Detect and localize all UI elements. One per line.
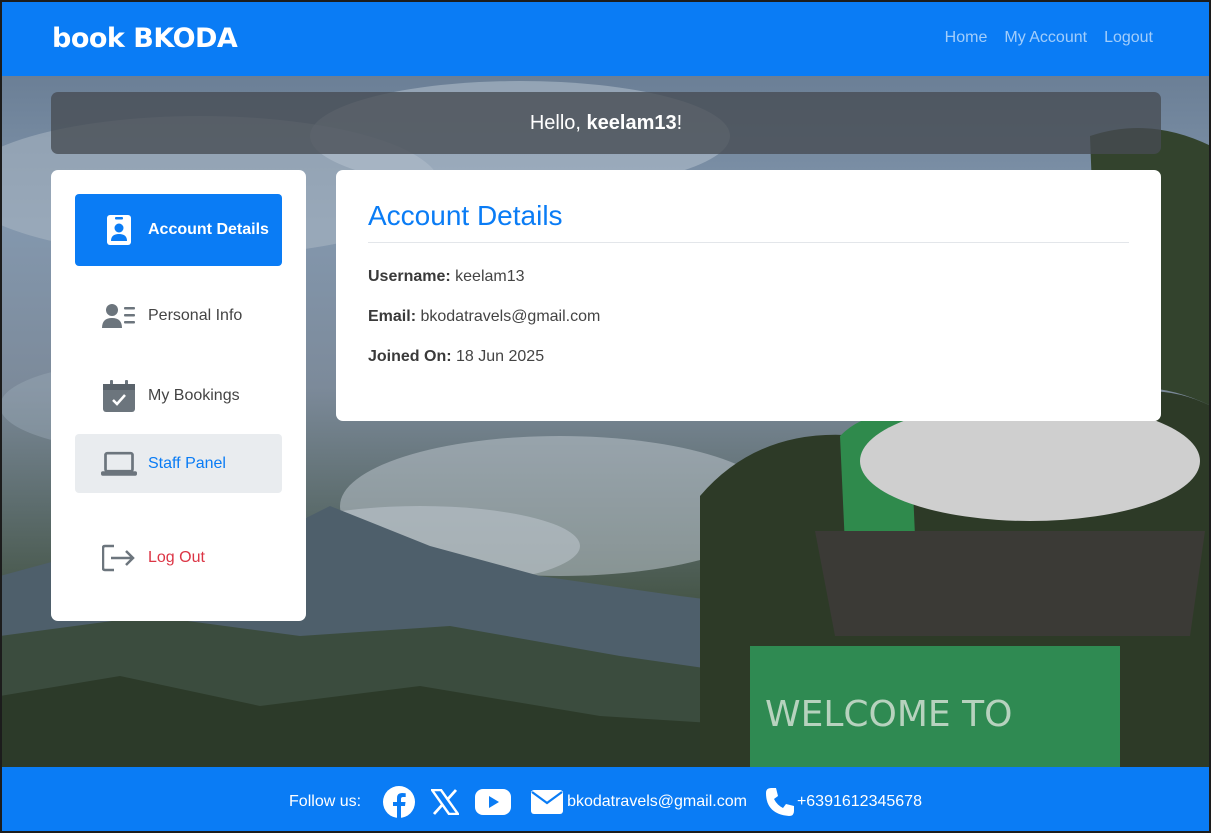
joined-on-row: Joined On: 18 Jun 2025 xyxy=(368,348,1129,366)
greeting-prefix: Hello, xyxy=(529,111,587,134)
user-list-icon xyxy=(101,303,137,329)
nav-home-link[interactable]: Home xyxy=(945,29,988,47)
field-key: Username: xyxy=(368,268,451,285)
username-row: Username: keelam13 xyxy=(368,268,1129,286)
x-twitter-icon[interactable] xyxy=(431,789,460,815)
sidebar-item-log-out[interactable]: Log Out xyxy=(75,536,282,580)
envelope-icon xyxy=(531,790,564,814)
footer-email[interactable]: bkodatravels@gmail.com xyxy=(523,790,747,814)
greeting-username: keelam13 xyxy=(586,111,677,134)
card-title: Account Details xyxy=(368,200,1129,243)
laptop-icon xyxy=(101,450,137,478)
sign-out-icon xyxy=(101,544,137,572)
sidebar-item-account-details[interactable]: Account Details xyxy=(75,194,282,266)
main-nav: Home My Account Logout xyxy=(945,29,1153,47)
calendar-check-icon xyxy=(101,380,137,412)
field-value: bkodatravels@gmail.com xyxy=(420,308,601,325)
sidebar-item-label: Log Out xyxy=(148,549,205,566)
youtube-icon[interactable] xyxy=(475,789,512,815)
top-navbar: book BKODA Home My Account Logout xyxy=(0,0,1211,76)
sidebar-item-label: My Bookings xyxy=(148,387,240,404)
footer-phone[interactable]: +6391612345678 xyxy=(757,787,922,817)
field-value: keelam13 xyxy=(455,268,525,285)
account-sidebar: Account Details Personal Info My Booking… xyxy=(51,170,306,621)
facebook-icon[interactable] xyxy=(383,786,416,818)
sidebar-item-label: Personal Info xyxy=(148,307,243,324)
account-details-card: Account Details Username: keelam13 Email… xyxy=(336,170,1161,421)
sidebar-item-label: Account Details xyxy=(148,221,269,238)
field-value: 18 Jun 2025 xyxy=(456,348,545,365)
phone-icon xyxy=(765,787,795,817)
sidebar-item-personal-info[interactable]: Personal Info xyxy=(75,296,282,336)
email-row: Email: bkodatravels@gmail.com xyxy=(368,308,1129,326)
field-key: Joined On: xyxy=(368,348,452,365)
greeting-suffix: ! xyxy=(676,111,683,134)
brand-logo[interactable]: book BKODA xyxy=(52,23,238,54)
nav-logout-link[interactable]: Logout xyxy=(1104,29,1153,47)
follow-us-label: Follow us: xyxy=(289,793,362,810)
footer-phone-text: +6391612345678 xyxy=(796,793,922,810)
nav-my-account-link[interactable]: My Account xyxy=(1004,29,1087,47)
sidebar-item-label: Staff Panel xyxy=(148,454,226,472)
footer: Follow us: bkodatravels@gmail.com +63916… xyxy=(0,767,1211,833)
footer-email-text: bkodatravels@gmail.com xyxy=(567,793,747,810)
sidebar-item-my-bookings[interactable]: My Bookings xyxy=(75,374,282,418)
svg-text:WELCOME TO: WELCOME TO xyxy=(765,694,1012,735)
field-key: Email: xyxy=(368,308,417,325)
sidebar-item-staff-panel[interactable]: Staff Panel xyxy=(75,434,282,493)
greeting-banner: Hello, keelam13! xyxy=(51,92,1161,154)
id-badge-icon xyxy=(101,214,137,246)
